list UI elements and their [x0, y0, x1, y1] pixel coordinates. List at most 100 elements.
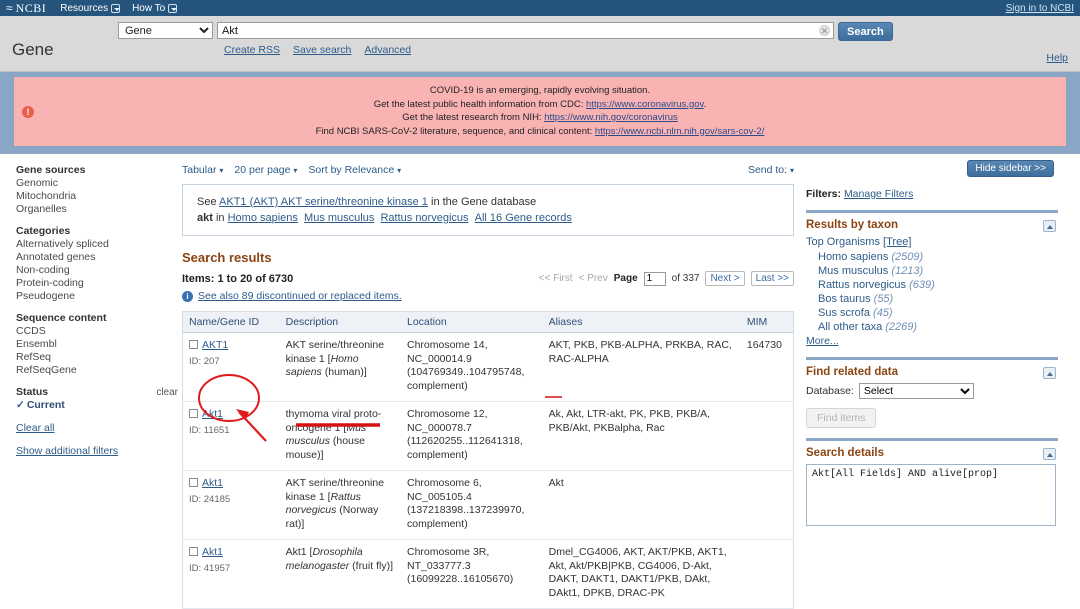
taxon-item-sus-scrofa[interactable]: Sus scrofa (45): [806, 306, 1058, 320]
manage-filters-link[interactable]: Manage Filters: [844, 188, 913, 200]
column-header-name-gene-id[interactable]: Name/Gene ID: [182, 311, 280, 333]
search-button[interactable]: Search: [838, 22, 893, 41]
nih-link[interactable]: https://www.nih.gov/coronavirus: [544, 112, 678, 123]
see-suffix: in the Gene database: [427, 196, 537, 208]
row-checkbox[interactable]: [189, 478, 198, 487]
column-header-location[interactable]: Location: [401, 311, 543, 333]
ncbi-logo[interactable]: ≈ NCBI: [6, 1, 46, 16]
column-header-description[interactable]: Description: [279, 311, 401, 333]
taxon-tree-link[interactable]: [Tree]: [883, 236, 911, 248]
per-page-dropdown[interactable]: 20 per page ▾: [234, 164, 297, 176]
cdc-link[interactable]: https://www.coronavirus.gov: [586, 99, 704, 110]
status-clear-link[interactable]: clear: [156, 387, 178, 398]
items-count: Items: 1 to 20 of 6730: [182, 272, 294, 285]
help-link[interactable]: Help: [1046, 52, 1068, 64]
organism-link-mus-musculus[interactable]: Mus musculus: [304, 212, 374, 224]
facet-item-genomic[interactable]: Genomic: [16, 177, 178, 190]
page-label: Page: [613, 273, 638, 284]
akt1-gene-link[interactable]: AKT1 (AKT) AKT serine/threonine kinase 1: [219, 196, 428, 208]
database-label: Database:: [806, 385, 854, 397]
collapse-taxon-icon[interactable]: [1043, 220, 1056, 232]
cell-description: AKT serine/threonine kinase 1 [Rattus no…: [279, 470, 401, 540]
facet-item-annotated-genes[interactable]: Annotated genes: [16, 251, 178, 264]
results-column: Tabular ▾ 20 per page ▾ Sort by Relevanc…: [178, 164, 800, 609]
gene-name-link[interactable]: Akt1: [202, 477, 223, 489]
collapse-details-icon[interactable]: [1043, 448, 1056, 460]
taxon-count: (2269): [885, 321, 918, 333]
gene-name-link[interactable]: AKT1: [202, 339, 228, 351]
facet-item-protein-coding[interactable]: Protein-coding: [16, 277, 178, 290]
taxon-item-rattus-norvegicus[interactable]: Rattus norvegicus (639): [806, 278, 1058, 292]
search-details-textarea[interactable]: Akt[All Fields] AND alive[prop]: [806, 464, 1056, 526]
taxon-name: Homo sapiens: [818, 251, 889, 263]
last-page-button[interactable]: Last >>: [750, 271, 794, 286]
create-rss-link[interactable]: Create RSS: [224, 44, 280, 56]
covid-banner-outer: ! COVID-19 is an emerging, rapidly evolv…: [0, 72, 1080, 154]
column-header-mim[interactable]: MIM: [740, 311, 794, 333]
database-select[interactable]: Gene: [118, 22, 213, 39]
display-format-dropdown[interactable]: Tabular ▾: [182, 164, 223, 176]
save-search-link[interactable]: Save search: [293, 44, 351, 56]
discontinued-items-link[interactable]: See also 89 discontinued or replaced ite…: [198, 290, 402, 302]
gene-name-link[interactable]: Akt1: [202, 546, 223, 558]
facet-item-ensembl[interactable]: Ensembl: [16, 338, 178, 351]
organism-link-rattus-norvegicus[interactable]: Rattus norvegicus: [380, 212, 468, 224]
nav-resources[interactable]: Resources: [60, 2, 121, 14]
gene-id: ID: 24185: [189, 493, 231, 505]
facet-item-organelles[interactable]: Organelles: [16, 203, 178, 216]
clear-search-icon[interactable]: ✕: [819, 25, 830, 36]
facet-item-refseqgene[interactable]: RefSeqGene: [16, 364, 178, 377]
cell-mim: 164730: [740, 332, 794, 402]
taxon-count: (2509): [891, 251, 924, 263]
taxon-more-link[interactable]: More...: [806, 335, 839, 347]
facet-item-alternatively-spliced[interactable]: Alternatively spliced: [16, 238, 178, 251]
database-row: Database: Select: [806, 383, 1058, 399]
facet-item-non-coding[interactable]: Non-coding: [16, 264, 178, 277]
related-database-select[interactable]: Select: [858, 383, 974, 399]
search-input[interactable]: [217, 22, 834, 39]
advanced-search-link[interactable]: Advanced: [364, 44, 411, 56]
row-checkbox[interactable]: [189, 409, 198, 418]
page-number-input[interactable]: [643, 271, 666, 286]
nav-how-to[interactable]: How To: [132, 3, 178, 14]
check-icon: ✓: [16, 399, 25, 411]
facet-item-refseq[interactable]: RefSeq: [16, 351, 178, 364]
taxon-name: Bos taurus: [818, 293, 871, 305]
facet-group-categories: Categories Alternatively spliced Annotat…: [16, 225, 178, 303]
organism-link-homo-sapiens[interactable]: Homo sapiens: [228, 212, 298, 224]
facet-item-ccds[interactable]: CCDS: [16, 325, 178, 338]
next-page-button[interactable]: Next >: [705, 271, 745, 286]
column-header-aliases[interactable]: Aliases: [542, 311, 741, 333]
sars-cov-2-link[interactable]: https://www.ncbi.nlm.nih.gov/sars-cov-2/: [595, 126, 764, 137]
sign-in-link[interactable]: Sign in to NCBI: [1006, 3, 1074, 14]
facet-item-mitochondria[interactable]: Mitochondria: [16, 190, 178, 203]
hide-sidebar-button[interactable]: Hide sidebar >>: [967, 160, 1054, 177]
filters-line: Filters: Manage Filters: [806, 188, 1058, 200]
filters-label: Filters:: [806, 188, 842, 200]
sort-dropdown[interactable]: Sort by Relevance ▾: [308, 164, 401, 176]
facet-item-current[interactable]: ✓ Current: [16, 399, 178, 411]
send-to-label: Send to:: [747, 164, 788, 176]
row-checkbox[interactable]: [189, 340, 198, 349]
see-prefix: See: [197, 196, 220, 208]
show-additional-filters-link[interactable]: Show additional filters: [16, 445, 178, 457]
all-gene-records-link[interactable]: All 16 Gene records: [475, 212, 572, 224]
taxon-item-bos-taurus[interactable]: Bos taurus (55): [806, 292, 1058, 306]
taxon-item-all-other-taxa[interactable]: All other taxa (2269): [806, 320, 1058, 334]
gene-name-link[interactable]: Akt1: [202, 408, 223, 420]
taxon-item-homo-sapiens[interactable]: Homo sapiens (2509): [806, 250, 1058, 264]
taxon-item-mus-musculus[interactable]: Mus musculus (1213): [806, 264, 1058, 278]
right-sidebar: Hide sidebar >> Filters: Manage Filters …: [800, 160, 1058, 609]
facet-item-pseudogene[interactable]: Pseudogene: [16, 290, 178, 303]
per-page-label: 20 per page: [234, 164, 291, 176]
clear-all-link[interactable]: Clear all: [16, 422, 178, 434]
results-by-taxon-section: Results by taxon Top Organisms [Tree] Ho…: [806, 210, 1058, 347]
banner-line-2: Get the latest public health information…: [24, 98, 1056, 112]
nav-resources-label: Resources: [60, 2, 109, 14]
send-to-dropdown[interactable]: Send to: ▾: [748, 164, 794, 176]
banner-line-1: COVID-19 is an emerging, rapidly evolvin…: [429, 85, 651, 96]
collapse-related-icon[interactable]: [1043, 367, 1056, 379]
row-checkbox[interactable]: [189, 547, 198, 556]
banner-line-2-period: .: [703, 98, 707, 110]
prev-page-button: < Prev: [578, 273, 608, 284]
